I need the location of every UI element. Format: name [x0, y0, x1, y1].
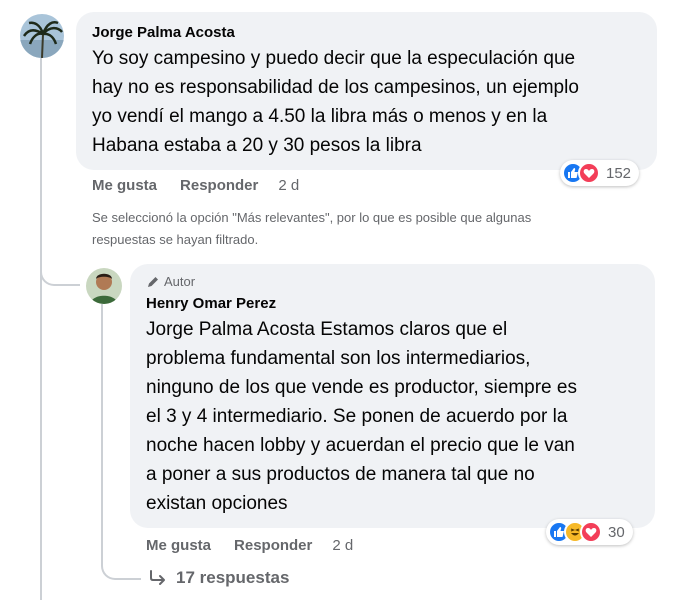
- thread-line-more-connector: [101, 534, 141, 580]
- reply-author[interactable]: Henry Omar Perez: [146, 295, 639, 312]
- reply-text: Jorge Palma Acosta Estamos claros que el…: [146, 315, 639, 518]
- reply-line: ninguno de los que vende es productor, s…: [146, 377, 577, 398]
- comment-text: Yo soy campesino y puedo decir que la es…: [92, 44, 641, 160]
- reply-timestamp[interactable]: 2 d: [332, 537, 353, 554]
- reply-mention[interactable]: Jorge Palma Acosta: [146, 319, 315, 340]
- view-more-replies-button[interactable]: 17 respuestas: [148, 568, 289, 588]
- thread-line-connector: [40, 258, 80, 286]
- comment-line: Habana estaba a 20 y 30 pesos la libra: [92, 135, 422, 156]
- reply-actions: Me gusta Responder 2 d: [146, 537, 353, 554]
- reply-reply-button[interactable]: Responder: [234, 537, 312, 554]
- commenter-avatar[interactable]: [20, 14, 64, 58]
- author-badge: Autor: [146, 274, 639, 289]
- replier-avatar[interactable]: [86, 268, 122, 304]
- reply-bubble: Autor Henry Omar Perez Jorge Palma Acost…: [130, 264, 655, 528]
- reply-reactions[interactable]: 30: [546, 519, 633, 545]
- comment-reply-button[interactable]: Responder: [180, 177, 258, 194]
- comment-bubble: Jorge Palma Acosta Yo soy campesino y pu…: [76, 12, 657, 170]
- view-more-replies-label: 17 respuestas: [176, 568, 290, 587]
- love-icon: [578, 162, 600, 184]
- reply-line: noche hacen lobby y acuerdan el precio q…: [146, 435, 575, 456]
- reply-arrow-icon: [150, 570, 165, 585]
- comment-line: yo vendí el mango a 4.50 la libra más o …: [92, 106, 548, 127]
- reply-line-rest: Estamos claros que el: [314, 319, 508, 340]
- thread-line-main: [40, 58, 42, 600]
- pencil-icon: [148, 276, 158, 287]
- comment-timestamp[interactable]: 2 d: [278, 177, 299, 194]
- reply-line: a poner a sus productos de manera tal qu…: [146, 464, 535, 485]
- comment-like-button[interactable]: Me gusta: [92, 177, 157, 194]
- thread-line-reply: [101, 304, 103, 534]
- reply-like-button[interactable]: Me gusta: [146, 537, 211, 554]
- reply-reaction-count: 30: [608, 523, 625, 541]
- filter-notice: Se seleccionó la opción "Más relevantes"…: [92, 207, 531, 251]
- reply-line: existan opciones: [146, 493, 288, 514]
- comment-line: hay no es responsabilidad de los campesi…: [92, 77, 579, 98]
- comment-author[interactable]: Jorge Palma Acosta: [92, 24, 641, 41]
- comment-reactions[interactable]: 152: [560, 160, 640, 186]
- love-icon: [580, 521, 602, 543]
- author-badge-label: Autor: [164, 274, 196, 289]
- reply-line: el 3 y 4 intermediario. Se ponen de acue…: [146, 406, 568, 427]
- reply-line: problema fundamental son los intermediar…: [146, 348, 531, 369]
- comment-reaction-count: 152: [606, 164, 632, 182]
- filter-notice-line: Se seleccionó la opción "Más relevantes"…: [92, 210, 532, 225]
- comment-actions: Me gusta Responder 2 d: [92, 177, 299, 194]
- filter-notice-line: respuestas se hayan filtrado.: [92, 232, 259, 247]
- reply-line: Jorge Palma Acosta Estamos claros que el: [146, 315, 639, 344]
- comment-line: Yo soy campesino y puedo decir que la es…: [92, 48, 576, 69]
